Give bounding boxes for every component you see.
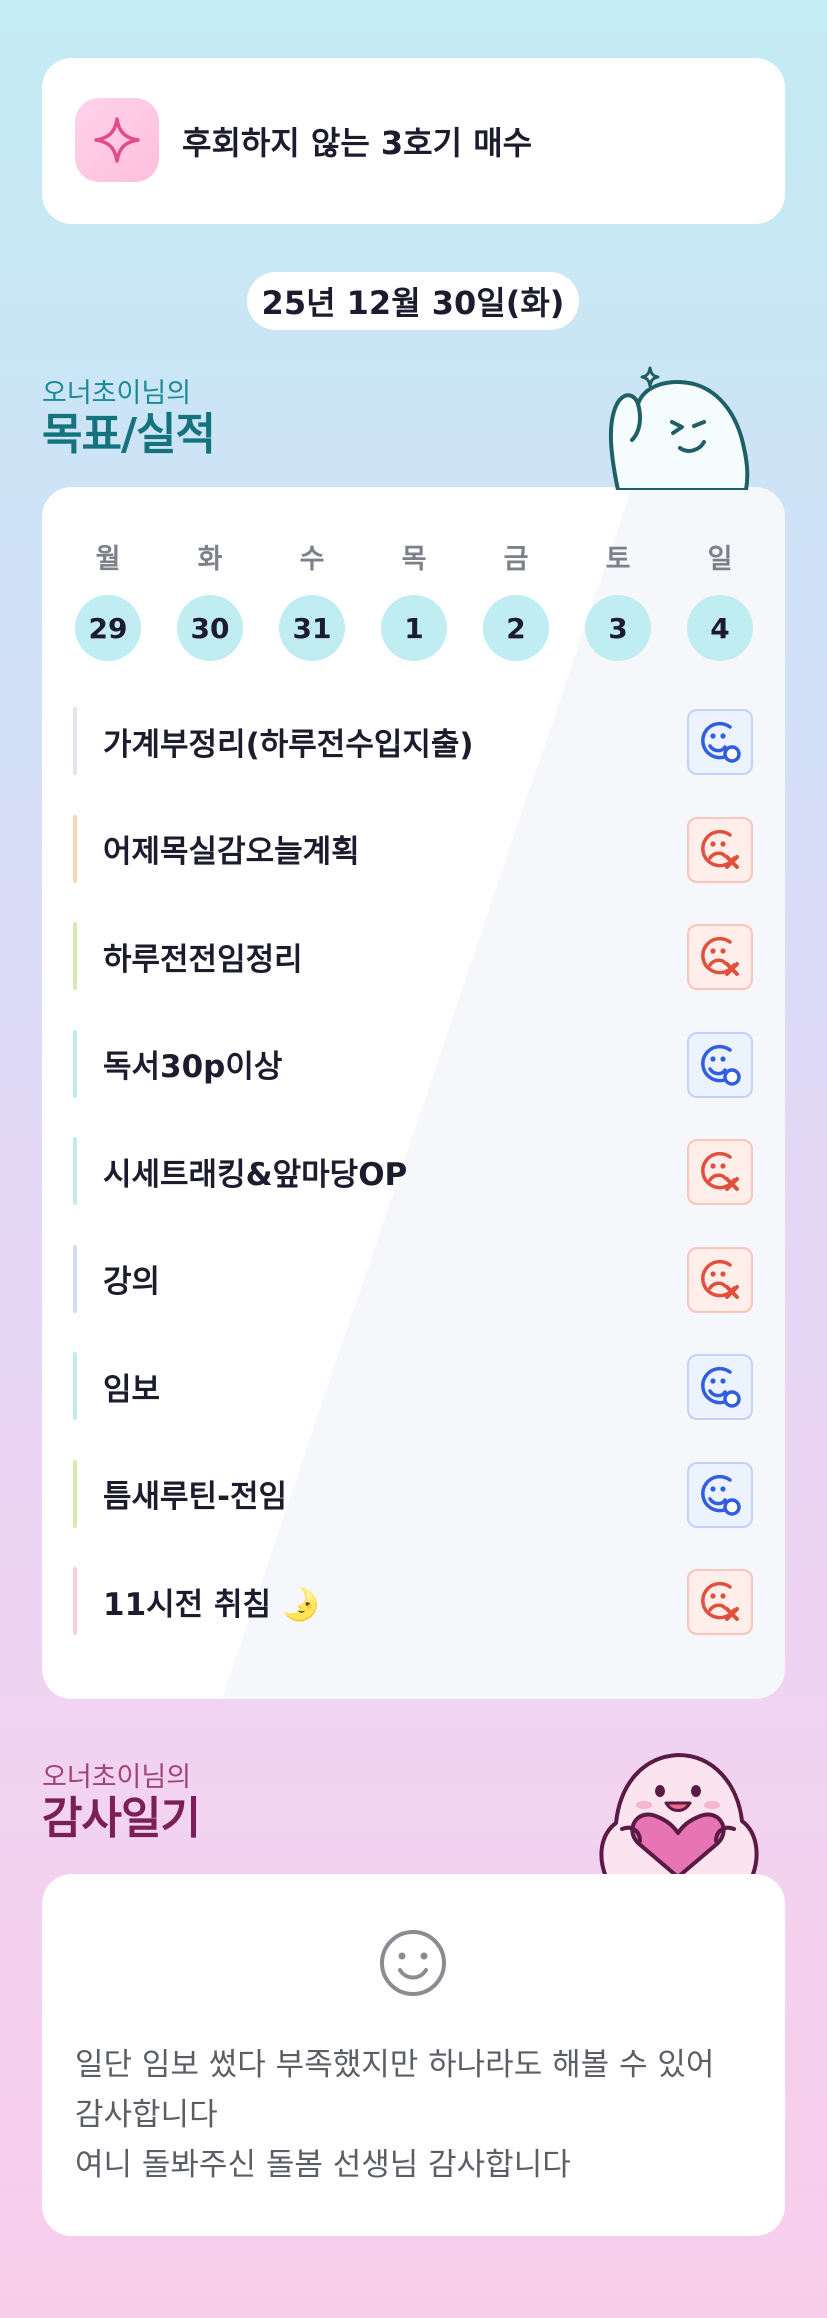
day-circle[interactable]: 30 — [177, 595, 243, 661]
day-circle[interactable]: 2 — [483, 595, 549, 661]
day-circle[interactable]: 3 — [585, 595, 651, 661]
goal-row[interactable]: 하루전전임정리 — [73, 922, 753, 990]
thanks-line: 일단 임보 썼다 부족했지만 하나라도 해볼 수 있어 — [75, 2047, 715, 2083]
goal-color-bar — [73, 814, 77, 883]
smile-check-icon — [701, 1366, 741, 1408]
smile-check-icon — [701, 1474, 741, 1516]
thanks-diary-text: 일단 임보 썼다 부족했지만 하나라도 해볼 수 있어 감사합니다 여니 돌봐주… — [75, 2040, 765, 2190]
goal-row[interactable]: 가계부정리(하루전수입지출) — [73, 707, 753, 775]
goal-missed-button[interactable] — [687, 1139, 753, 1205]
goal-label: 하루전전임정리 — [103, 941, 303, 978]
day-circle[interactable]: 31 — [279, 595, 345, 661]
goals-card: 월 29 화 30 수 31 목 1 금 2 토 3 일 4 가계부정리(하루전수입지출) 어제목실감오늘계… — [42, 487, 785, 1699]
goal-label: 가계부정리(하루전수입지출) — [103, 726, 474, 763]
thanks-line: 여니 돌봐주신 돌봄 선생님 감사합니다 — [75, 2147, 571, 2183]
waving-mascot-icon — [608, 366, 750, 490]
heart-mascot-icon — [599, 1753, 759, 1877]
goal-color-bar — [73, 1137, 77, 1205]
goal-label: 임보 — [103, 1371, 161, 1408]
goal-done-button[interactable] — [687, 709, 753, 775]
goal-row[interactable]: 임보 — [73, 1352, 753, 1420]
goal-color-bar — [73, 1459, 77, 1528]
weekday-label: 금 — [503, 544, 529, 575]
goal-label: 11시전 취침 🌛 — [103, 1586, 321, 1623]
weekday-label: 일 — [707, 544, 733, 575]
smile-face-icon — [380, 1930, 446, 1996]
goal-color-bar — [73, 1029, 77, 1098]
thanks-section-title: 감사일기 — [42, 1793, 201, 1844]
goal-missed-button[interactable] — [687, 1246, 753, 1313]
goal-color-bar — [73, 707, 77, 775]
main-goal-text: 후회하지 않는 3호기 매수 — [182, 124, 533, 162]
goal-label: 강의 — [103, 1264, 161, 1300]
goal-done-button[interactable] — [687, 1031, 753, 1098]
smile-check-icon — [701, 721, 741, 763]
smile-check-icon — [701, 1044, 741, 1086]
thanks-diary-card: 일단 임보 썼다 부족했지만 하나라도 해볼 수 있어 감사합니다 여니 돌봐주… — [42, 1874, 785, 2236]
goal-row[interactable]: 어제목실감오늘계획 — [73, 814, 753, 883]
goal-row[interactable]: 틈새루틴-전임 — [73, 1459, 753, 1528]
weekday-label: 화 — [197, 544, 223, 575]
sad-x-icon — [701, 1581, 739, 1621]
weekday-label: 월 — [95, 544, 121, 575]
main-goal-card: 후회하지 않는 3호기 매수 — [42, 58, 785, 224]
goal-row[interactable]: 강의 — [73, 1244, 753, 1313]
sad-x-icon — [701, 1151, 739, 1191]
goal-done-button[interactable] — [687, 1354, 753, 1420]
sad-x-icon — [701, 829, 739, 869]
goal-label: 시세트래킹&앞마당OP — [103, 1156, 408, 1193]
sparkle-icon — [75, 98, 159, 182]
goals-section-title: 목표/실적 — [42, 409, 216, 460]
goal-color-bar — [73, 922, 77, 990]
goal-color-bar — [73, 1244, 77, 1313]
day-circle[interactable]: 4 — [687, 595, 753, 661]
goal-missed-button[interactable] — [687, 924, 753, 990]
goal-color-bar — [73, 1567, 77, 1635]
goal-color-bar — [73, 1352, 77, 1420]
goal-done-button[interactable] — [687, 1461, 753, 1528]
day-circle[interactable]: 1 — [381, 595, 447, 661]
weekday-label: 토 — [605, 544, 631, 575]
goal-missed-button[interactable] — [687, 1569, 753, 1635]
weekday-label: 수 — [299, 544, 325, 575]
weekday-label: 목 — [401, 544, 427, 575]
sad-x-icon — [701, 1259, 739, 1299]
goal-row[interactable]: 독서30p이상 — [73, 1029, 753, 1098]
goal-row[interactable]: 시세트래킹&앞마당OP — [73, 1137, 753, 1205]
goal-label: 어제목실감오늘계획 — [103, 834, 360, 870]
goal-label: 틈새루틴-전임 — [103, 1479, 287, 1515]
thanks-line: 감사합니다 — [75, 2097, 218, 2133]
goal-missed-button[interactable] — [687, 816, 753, 883]
goal-row[interactable]: 11시전 취침 🌛 — [73, 1567, 753, 1635]
day-circle[interactable]: 29 — [75, 595, 141, 661]
date-pill[interactable]: 25년 12월 30일(화) — [247, 272, 579, 330]
goal-label: 독서30p이상 — [103, 1049, 283, 1085]
sad-x-icon — [701, 936, 739, 976]
